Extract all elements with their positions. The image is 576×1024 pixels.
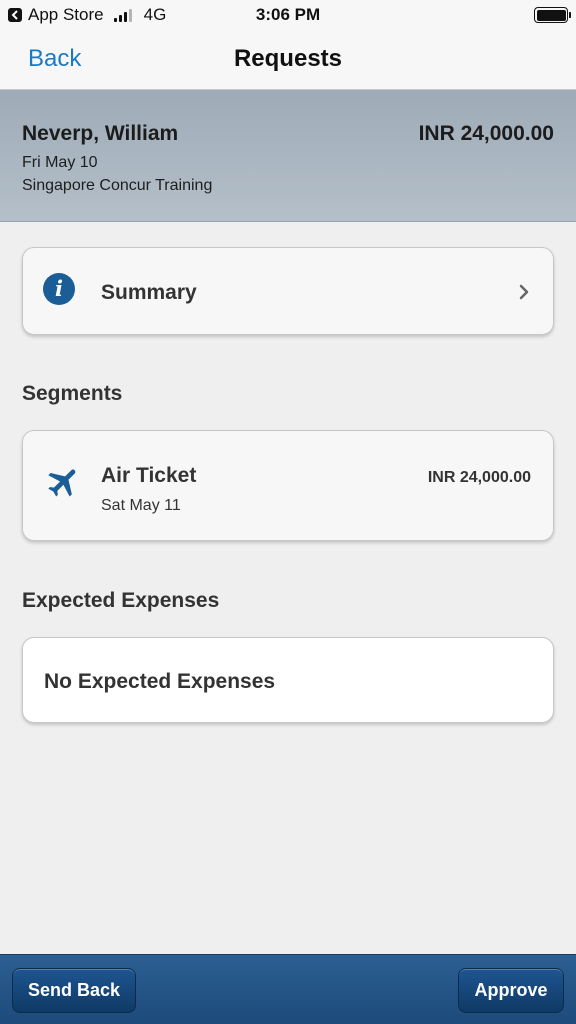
request-date: Fri May 10 [22, 154, 98, 171]
no-expenses-label: No Expected Expenses [44, 670, 276, 693]
request-trip-name: Singapore Concur Training [22, 177, 213, 194]
expected-expenses-heading: Expected Expenses [22, 589, 220, 612]
approve-button[interactable]: Approve [458, 968, 564, 1013]
request-amount: INR 24,000.00 [418, 122, 554, 145]
nav-bar: Back Requests [0, 30, 576, 90]
summary-row[interactable]: i Summary [22, 247, 554, 335]
segment-date: Sat May 11 [101, 497, 181, 514]
segments-heading: Segments [22, 382, 123, 405]
segment-row[interactable]: Air Ticket Sat May 11 INR 24,000.00 [22, 430, 554, 541]
send-back-button[interactable]: Send Back [12, 968, 136, 1013]
airplane-icon [48, 469, 76, 497]
requester-name: Neverp, William [22, 122, 179, 145]
request-header: Neverp, William INR 24,000.00 Fri May 10… [0, 90, 576, 222]
status-bar: App Store 4G 3:06 PM [0, 0, 576, 30]
expected-expenses-box: No Expected Expenses [22, 637, 554, 723]
info-icon: i [43, 273, 75, 305]
bottom-toolbar: Send Back Approve [0, 954, 576, 1024]
status-time: 3:06 PM [255, 5, 321, 24]
chevron-right-icon [519, 284, 529, 300]
segment-title: Air Ticket [101, 464, 197, 487]
summary-label: Summary [101, 281, 197, 304]
battery-icon [534, 7, 571, 23]
segment-amount: INR 24,000.00 [427, 469, 531, 486]
page-title: Requests [233, 45, 343, 72]
